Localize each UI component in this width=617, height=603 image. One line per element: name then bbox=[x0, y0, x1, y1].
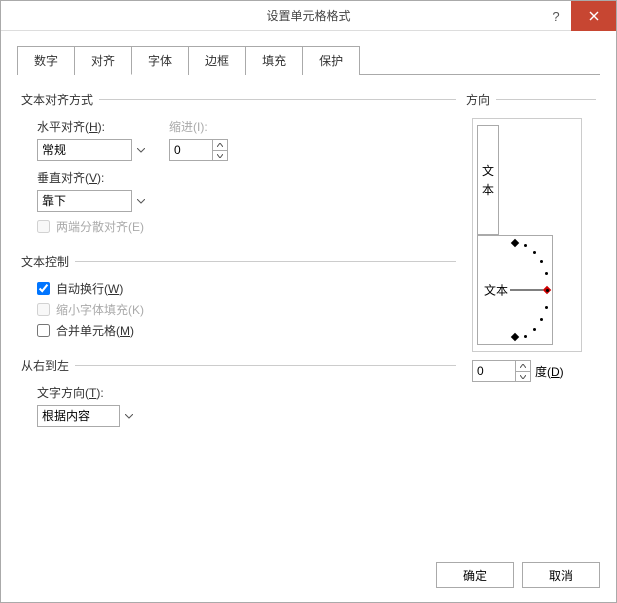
h-align-select[interactable]: 常规 bbox=[37, 139, 149, 161]
indent-spinner[interactable] bbox=[169, 139, 228, 161]
tab-border[interactable]: 边框 bbox=[189, 46, 246, 75]
degrees-label: 度(D) bbox=[535, 363, 564, 380]
degrees-spinner[interactable] bbox=[472, 360, 531, 382]
text-direction-select[interactable]: 根据内容 bbox=[37, 405, 137, 427]
orientation-indicator bbox=[510, 290, 546, 291]
indent-label: 缩进(I): bbox=[169, 118, 228, 135]
group-orientation: 方向 文 本 文本 bbox=[466, 91, 596, 382]
wrap-text-input[interactable] bbox=[37, 282, 50, 295]
degrees-input[interactable] bbox=[472, 360, 516, 382]
degrees-up[interactable] bbox=[516, 361, 530, 371]
v-align-select[interactable]: 靠下 bbox=[37, 190, 149, 212]
orientation-vertical-text-button[interactable]: 文 本 bbox=[477, 125, 499, 235]
tab-bar: 数字 对齐 字体 边框 填充 保护 bbox=[17, 45, 600, 75]
help-button[interactable]: ? bbox=[541, 1, 571, 31]
orientation-dial-label: 文本 bbox=[484, 282, 508, 299]
close-icon bbox=[589, 11, 599, 21]
group-rtl: 从右到左 文字方向(T): 根据内容 bbox=[21, 357, 456, 433]
indent-down[interactable] bbox=[213, 150, 227, 160]
close-button[interactable] bbox=[571, 1, 616, 31]
tab-number[interactable]: 数字 bbox=[17, 46, 75, 75]
title-bar: 设置单元格格式 ? bbox=[1, 1, 616, 31]
tab-fill[interactable]: 填充 bbox=[246, 46, 303, 75]
ok-button[interactable]: 确定 bbox=[436, 562, 514, 588]
shrink-to-fit-input bbox=[37, 303, 50, 316]
wrap-text-checkbox[interactable]: 自动换行(W) bbox=[37, 280, 456, 297]
indent-input[interactable] bbox=[169, 139, 213, 161]
cancel-button[interactable]: 取消 bbox=[522, 562, 600, 588]
text-direction-label: 文字方向(T): bbox=[37, 384, 456, 401]
degrees-down[interactable] bbox=[516, 371, 530, 381]
h-align-label: 水平对齐(H): bbox=[37, 118, 149, 135]
tab-font[interactable]: 字体 bbox=[132, 46, 189, 75]
group-text-control: 文本控制 自动换行(W) 缩小字体填充(K) 合并单元格(M) bbox=[21, 253, 456, 343]
group-orientation-label: 方向 bbox=[466, 91, 490, 108]
group-text-control-label: 文本控制 bbox=[21, 253, 69, 270]
indent-up[interactable] bbox=[213, 140, 227, 150]
v-align-label: 垂直对齐(V): bbox=[37, 169, 456, 186]
merge-cells-input[interactable] bbox=[37, 324, 50, 337]
group-text-alignment-label: 文本对齐方式 bbox=[21, 91, 93, 108]
dialog-title: 设置单元格格式 bbox=[266, 7, 350, 24]
merge-cells-checkbox[interactable]: 合并单元格(M) bbox=[37, 322, 456, 339]
tab-protection[interactable]: 保护 bbox=[303, 46, 360, 75]
shrink-to-fit-checkbox: 缩小字体填充(K) bbox=[37, 301, 456, 318]
group-text-alignment: 文本对齐方式 水平对齐(H): 常规 缩进(I): bbox=[21, 91, 456, 239]
orientation-dial[interactable]: 文本 bbox=[477, 235, 553, 345]
tab-alignment[interactable]: 对齐 bbox=[75, 46, 132, 75]
justify-distributed-checkbox: 两端分散对齐(E) bbox=[37, 218, 456, 235]
group-rtl-label: 从右到左 bbox=[21, 357, 69, 374]
justify-distributed-input bbox=[37, 220, 50, 233]
